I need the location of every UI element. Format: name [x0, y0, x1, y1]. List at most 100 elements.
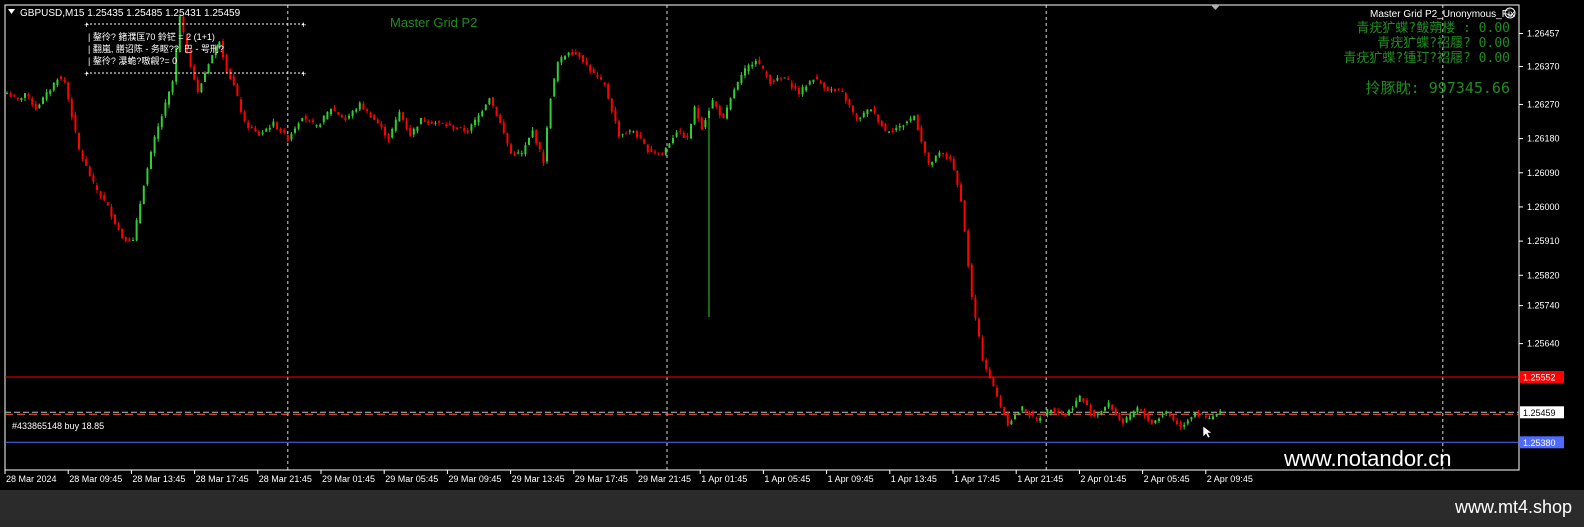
ea-name: Master Grid P2_Unonymous_Fix: [1370, 9, 1515, 20]
candle-body: [1064, 413, 1067, 417]
candle-body: [657, 152, 660, 154]
candle-body: [99, 191, 102, 197]
candle-body: [740, 74, 743, 84]
candle-body: [891, 131, 894, 133]
candle-body: [304, 116, 307, 120]
info-line: | 鏊彾? 瀑蛫?嗷觎?= 0: [88, 55, 177, 66]
candle-body: [643, 139, 646, 144]
candle-body: [297, 123, 300, 129]
candle-body: [153, 136, 156, 154]
candle-body: [20, 98, 23, 101]
candle-body: [646, 144, 649, 153]
candle-body: [862, 112, 865, 118]
candle-body: [506, 133, 509, 144]
candle-body: [769, 74, 772, 84]
candle-body: [823, 82, 826, 89]
stats-line: 青疣犷蝶?祒屦? 0.00: [1377, 36, 1510, 51]
price-chart[interactable]: 1.25552 1.25459 1.25380 1.26457 1.26370 1.26…: [0, 0, 1584, 490]
candle-body: [124, 236, 127, 241]
candle-body: [582, 55, 584, 63]
candle-body: [1172, 415, 1175, 421]
candle-body: [488, 98, 491, 105]
candle-body: [1179, 421, 1182, 427]
y-tick-label: 1.26270: [1527, 99, 1560, 109]
y-tick-label: 1.25640: [1527, 339, 1560, 349]
candle-body: [240, 99, 242, 113]
candle-body: [625, 133, 628, 135]
candle-body: [1168, 413, 1171, 416]
candle-body: [445, 124, 448, 127]
candle-body: [654, 151, 656, 153]
candle-body: [1122, 418, 1124, 424]
candle-body: [510, 144, 512, 154]
candle-body: [787, 78, 790, 80]
candle-body: [376, 119, 379, 124]
candle-body: [909, 118, 912, 121]
candle-body: [1057, 410, 1060, 413]
x-tick-label: 2 Apr 01:45: [1080, 474, 1126, 484]
candle-body: [168, 91, 170, 105]
candle-body: [340, 115, 343, 118]
x-tick-label: 29 Mar 09:45: [448, 474, 501, 484]
candle-body: [546, 127, 548, 162]
candle-body: [816, 76, 818, 80]
candle-body: [1010, 420, 1013, 425]
candle-body: [1093, 409, 1096, 417]
candle-body: [394, 119, 397, 131]
candle-body: [963, 200, 966, 232]
candle-body: [877, 114, 880, 122]
candle-body: [1190, 417, 1193, 420]
candle-body: [1118, 412, 1121, 420]
candle-body: [1114, 408, 1117, 414]
candle-body: [798, 88, 800, 95]
candle-body: [474, 119, 476, 125]
candle-body: [1129, 413, 1132, 420]
candle-body: [484, 104, 487, 110]
x-tick-label: 28 Mar 13:45: [132, 474, 185, 484]
candle-body: [999, 397, 1002, 407]
candle-body: [261, 132, 264, 134]
chart-window[interactable]: 1.25552 1.25459 1.25380 1.26457 1.26370 1.26…: [0, 0, 1584, 490]
candle-body: [9, 93, 12, 97]
candle-body: [603, 83, 606, 85]
candle-body: [412, 128, 415, 135]
x-tick-label: 2 Apr 05:45: [1144, 474, 1190, 484]
candle-body: [409, 128, 412, 136]
candle-body: [564, 55, 566, 60]
candle-body: [884, 123, 887, 131]
candle-body: [924, 141, 926, 153]
candle-body: [650, 148, 653, 152]
candle-body: [952, 158, 955, 170]
candle-body: [358, 102, 361, 110]
candle-body: [258, 131, 260, 136]
candle-body: [1107, 402, 1110, 408]
candle-body: [34, 104, 37, 110]
candle-body: [1100, 410, 1103, 415]
candle-body: [1071, 408, 1074, 410]
candle-body: [988, 369, 991, 379]
candle-body: [895, 128, 898, 131]
candle-body: [913, 115, 916, 120]
candle-body: [571, 52, 574, 55]
candle-body: [207, 64, 210, 73]
candle-body: [250, 126, 253, 129]
candle-body: [1039, 418, 1042, 421]
candle-body: [762, 65, 764, 69]
candle-body: [430, 121, 433, 124]
candle-body: [466, 130, 469, 133]
candle-body: [121, 228, 124, 239]
candle-body: [1161, 415, 1164, 417]
candle-body: [902, 125, 905, 127]
candle-body: [333, 108, 336, 111]
candle-body: [456, 127, 458, 129]
candle-body: [834, 88, 836, 91]
x-tick-label: 29 Mar 01:45: [322, 474, 375, 484]
candle-body: [981, 337, 984, 361]
candle-body: [236, 84, 239, 97]
candle-body: [549, 98, 552, 129]
candle-body: [974, 297, 977, 319]
candle-body: [232, 76, 235, 85]
candle-body: [330, 109, 332, 115]
candle-body: [1136, 407, 1139, 413]
candle-body: [693, 106, 696, 125]
